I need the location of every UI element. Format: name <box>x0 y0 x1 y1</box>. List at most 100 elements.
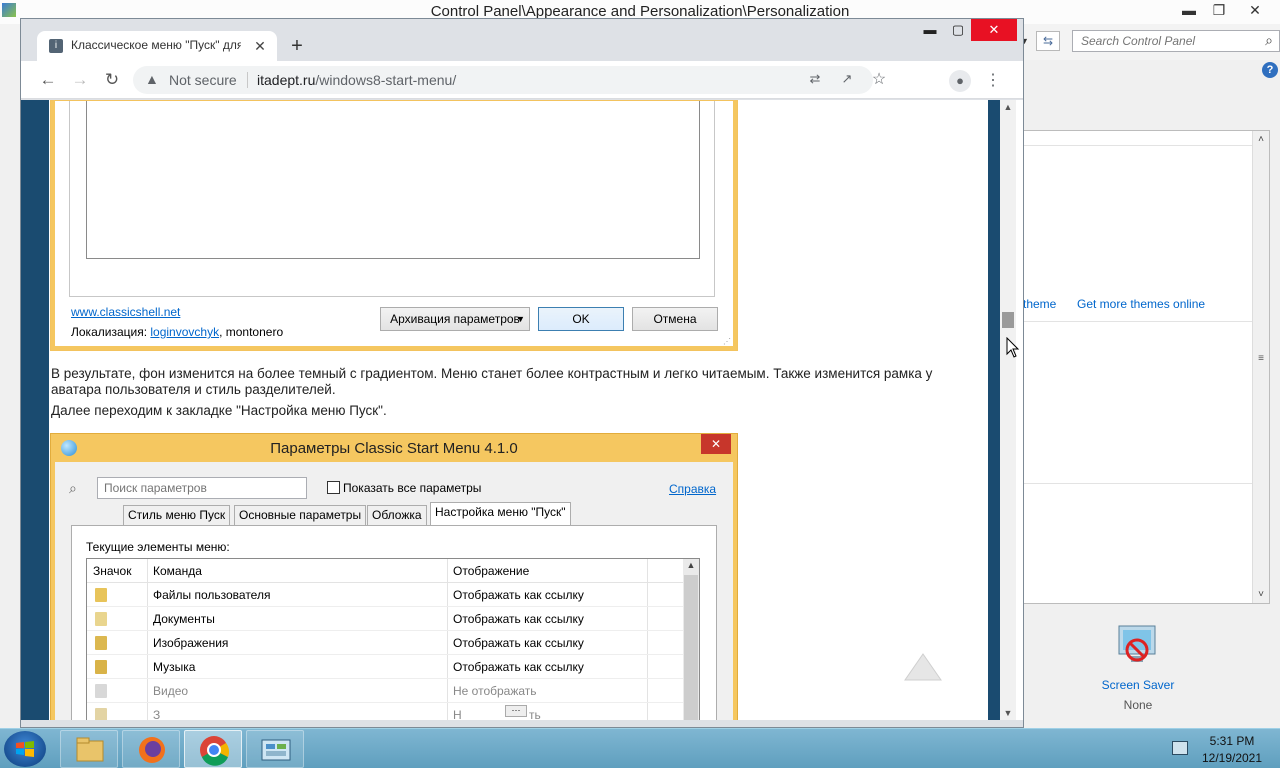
edit-dropdown-button[interactable]: ··· <box>505 705 527 717</box>
taskbar-firefox[interactable] <box>122 730 180 768</box>
control-panel-search[interactable]: ⌕ <box>1072 30 1280 52</box>
row-display: Отображать как ссылку <box>453 660 584 674</box>
network-icon[interactable] <box>1172 741 1188 755</box>
taskbar-file-explorer[interactable] <box>60 730 118 768</box>
tab-start-menu-style[interactable]: Стиль меню Пуск <box>123 505 231 526</box>
table-row[interactable]: Видео Не отображать <box>87 679 683 703</box>
article-paragraph: Далее переходим к закладке "Настройка ме… <box>51 403 387 418</box>
chevron-up-icon[interactable]: ˄ <box>1253 134 1269 145</box>
tab-customize-start-menu[interactable]: Настройка меню "Пуск" <box>430 502 571 526</box>
documents-icon <box>95 612 107 626</box>
get-more-themes-link[interactable]: Get more themes online <box>1077 297 1205 311</box>
tab-title[interactable]: Классическое меню "Пуск" для Windows 8 <box>71 38 241 54</box>
current-items-label: Текущие элементы меню: <box>86 540 230 554</box>
chevron-down-icon[interactable]: ˅ <box>1253 589 1269 600</box>
scroll-grip-icon[interactable]: ≡ <box>1256 353 1266 364</box>
url-text[interactable]: itadept.ru/windows8-start-menu/ <box>257 72 456 88</box>
taskbar-chrome[interactable] <box>184 730 242 768</box>
tab-classic-start-menu[interactable]: i Классическое меню "Пуск" для Windows 8… <box>37 31 277 61</box>
plus-icon[interactable]: + <box>285 35 309 59</box>
row-display: Отображать как ссылку <box>453 612 584 626</box>
show-all-checkbox[interactable] <box>327 481 340 494</box>
chevron-up-icon[interactable]: ▲ <box>683 560 699 570</box>
tab-skin[interactable]: Обложка <box>367 505 427 526</box>
cancel-button[interactable]: Отмена <box>632 307 718 331</box>
restore-icon[interactable]: ❐ <box>1202 0 1236 22</box>
row-command: З <box>153 708 161 720</box>
table-row[interactable]: Файлы пользователя Отображать как ссылку <box>87 583 683 607</box>
back-arrow-icon[interactable]: ← <box>37 70 59 90</box>
row-display-tail: ть <box>529 708 541 720</box>
column-header-display[interactable]: Отображение <box>453 564 529 578</box>
menu-icon[interactable]: ⋮ <box>985 70 1001 92</box>
close-icon[interactable]: ✕ <box>701 434 731 454</box>
page-scrollbar[interactable]: ▲ ▼ <box>1000 100 1016 720</box>
help-link[interactable]: Справка <box>669 482 716 496</box>
classicshell-link[interactable]: www.classicshell.net <box>71 305 180 319</box>
page-scrollbar-thumb[interactable] <box>1002 312 1014 328</box>
row-command: Изображения <box>153 636 229 650</box>
control-panel-search-input[interactable] <box>1073 31 1253 51</box>
page-left-stripe <box>21 100 49 720</box>
chevron-down-icon[interactable]: ▼ <box>1000 708 1016 718</box>
dialog-listbox <box>86 101 700 259</box>
archive-settings-button[interactable]: Архивация параметров ▼ <box>380 307 530 331</box>
table-scrollbar[interactable]: ▲ <box>683 559 699 720</box>
themes-scrollbar[interactable]: ˄ ≡ ˅ <box>1252 131 1269 603</box>
ok-button[interactable]: OK <box>538 307 624 331</box>
search-icon[interactable]: ⌕ <box>1265 32 1273 49</box>
close-icon[interactable]: ✕ <box>971 19 1017 41</box>
profile-icon[interactable]: ● <box>949 70 971 92</box>
screen-saver-icon[interactable] <box>1115 622 1161 670</box>
table-row[interactable]: З Н ть <box>87 703 683 720</box>
chevron-up-icon[interactable]: ▲ <box>1000 102 1016 112</box>
localization-author-link[interactable]: loginvovchyk <box>150 325 219 339</box>
taskbar-control-panel[interactable] <box>246 730 304 768</box>
localization-label: Локализация: <box>71 325 148 339</box>
screen-saver-item[interactable]: Screen Saver None <box>1098 622 1178 712</box>
music-icon <box>95 660 107 674</box>
search-icon: ⌕ <box>69 480 77 496</box>
address-bar[interactable]: ▲ Not secure itadept.ru/windows8-start-m… <box>133 66 886 94</box>
screen-saver-label[interactable]: Screen Saver <box>1098 678 1178 692</box>
warning-icon[interactable]: ▲ <box>145 71 159 87</box>
dialog-titlebar: Параметры Classic Start Menu 4.1.0 ✕ <box>51 434 737 462</box>
user-files-icon <box>95 588 107 602</box>
url-domain: itadept.ru <box>257 72 316 88</box>
table-row[interactable]: Изображения Отображать как ссылку <box>87 631 683 655</box>
table-row[interactable]: Документы Отображать как ссылку <box>87 607 683 631</box>
close-icon[interactable]: ✕ <box>251 37 269 55</box>
table-scrollbar-thumb[interactable] <box>684 575 698 720</box>
not-secure-label[interactable]: Not secure <box>169 72 237 88</box>
videos-icon <box>95 684 107 698</box>
clock-date[interactable]: 12/19/2021 <box>1196 751 1268 765</box>
star-icon[interactable]: ☆ <box>869 69 889 88</box>
row-command: Файлы пользователя <box>153 588 271 602</box>
table-row[interactable]: Музыка Отображать как ссылку <box>87 655 683 679</box>
theme-link[interactable]: theme <box>1023 297 1056 311</box>
chevron-down-icon: ▼ <box>516 314 525 324</box>
page-viewport[interactable]: www.classicshell.net Локализация: loginv… <box>21 100 1023 720</box>
settings-search-input[interactable] <box>98 478 298 498</box>
mouse-cursor-icon <box>1006 336 1020 359</box>
scroll-to-top-icon[interactable] <box>903 652 943 682</box>
clock-time[interactable]: 5:31 PM <box>1196 734 1268 748</box>
forward-arrow-icon[interactable]: → <box>69 70 91 90</box>
minimize-icon[interactable]: ▬ <box>1172 0 1206 22</box>
share-icon[interactable]: ↗ <box>837 71 857 89</box>
close-icon[interactable]: ✕ <box>1238 0 1272 22</box>
reload-icon[interactable]: ↻ <box>101 70 123 90</box>
site-favicon-icon: i <box>49 39 63 53</box>
column-header-icon[interactable]: Значок <box>93 564 131 578</box>
maximize-icon[interactable]: ▢ <box>941 19 975 41</box>
show-all-settings[interactable]: Показать все параметры <box>327 481 481 495</box>
refresh-icon[interactable]: ⇆ <box>1036 31 1060 51</box>
translate-icon[interactable]: ⇄ <box>805 71 825 89</box>
row-display: Н <box>453 708 462 720</box>
tab-basic-settings[interactable]: Основные параметры <box>234 505 367 526</box>
article-paragraph: В результате, фон изменится на более тем… <box>51 366 933 397</box>
column-header-command[interactable]: Команда <box>153 564 202 578</box>
settings-search[interactable] <box>97 477 307 499</box>
start-button[interactable] <box>4 731 46 767</box>
help-icon[interactable]: ? <box>1262 62 1278 78</box>
